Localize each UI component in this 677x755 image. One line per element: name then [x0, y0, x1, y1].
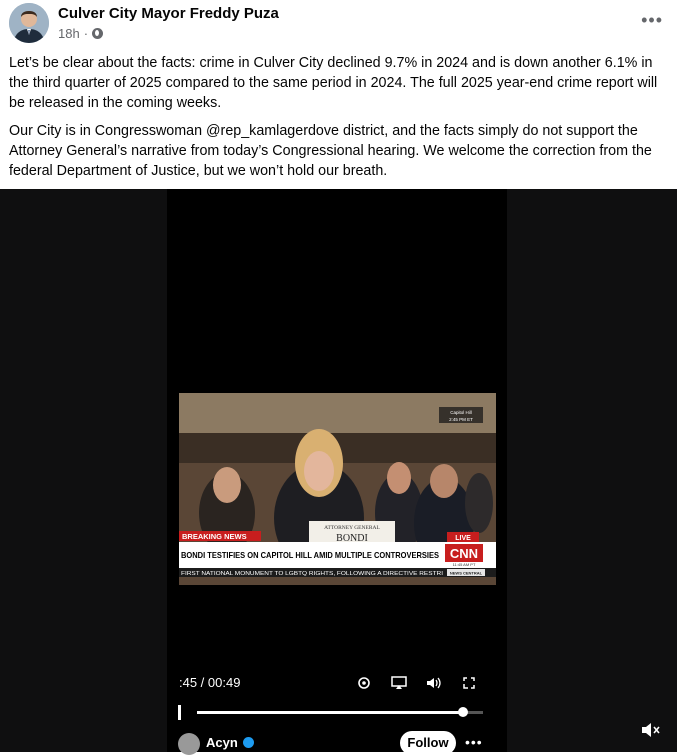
mute-icon[interactable]: [640, 720, 662, 740]
account-name-row[interactable]: Acyn: [206, 735, 254, 750]
post-time[interactable]: 18h: [58, 26, 80, 41]
breaking-label: BREAKING NEWS: [182, 532, 247, 541]
more-horizontal-icon[interactable]: •••: [641, 10, 663, 31]
ticker: FIRST NATIONAL MONUMENT TO LGBTQ RIGHTS,…: [181, 571, 443, 577]
post-header: Culver City Mayor Freddy Puza 18h · •••: [0, 0, 677, 50]
clip-scene: ATTORNEY GENERAL BONDI BREAKING NEWS LIV…: [179, 393, 496, 585]
volume-icon[interactable]: [426, 676, 442, 693]
globe-icon: [92, 28, 104, 39]
author-name[interactable]: Culver City Mayor Freddy Puza: [58, 5, 279, 22]
profile-photo: [9, 3, 49, 43]
nameplate-title: ATTORNEY GENERAL: [324, 525, 380, 531]
verified-icon: [242, 737, 254, 748]
network-logo: CNN: [450, 546, 478, 561]
news-clip: ATTORNEY GENERAL BONDI BREAKING NEWS LIV…: [179, 393, 496, 585]
fullscreen-icon[interactable]: [462, 676, 476, 693]
airplay-icon[interactable]: [391, 676, 407, 693]
more-horizontal-icon[interactable]: •••: [465, 734, 483, 750]
progress-start-marker: [178, 705, 181, 720]
post-paragraph: Let’s be clear about the facts: crime in…: [9, 55, 658, 111]
follow-button[interactable]: Follow: [400, 731, 456, 755]
video-timestamp: :45 / 00:49: [179, 675, 241, 690]
live-label: LIVE: [455, 535, 471, 542]
post-paragraph: Our City is in Congresswoman @rep_kamlag…: [9, 123, 652, 179]
progress-handle[interactable]: [458, 707, 468, 717]
author-avatar[interactable]: [9, 3, 49, 43]
post-body: Let’s be clear about the facts: crime in…: [9, 53, 669, 189]
headline: BONDI TESTIFIES ON CAPITOL HILL AMID MUL…: [181, 550, 439, 560]
progress-fill: [197, 711, 463, 714]
broadcast-time: 2:45 PM ET: [449, 417, 473, 422]
ticker-tag: NEWS CENTRAL: [450, 571, 483, 576]
settings-icon[interactable]: [357, 676, 371, 693]
location-label: Capitol Hill: [450, 410, 472, 415]
account-name[interactable]: Acyn: [206, 735, 238, 750]
post-meta: 18h ·: [58, 26, 104, 41]
network-time: 11:45 AM PT: [453, 562, 476, 567]
